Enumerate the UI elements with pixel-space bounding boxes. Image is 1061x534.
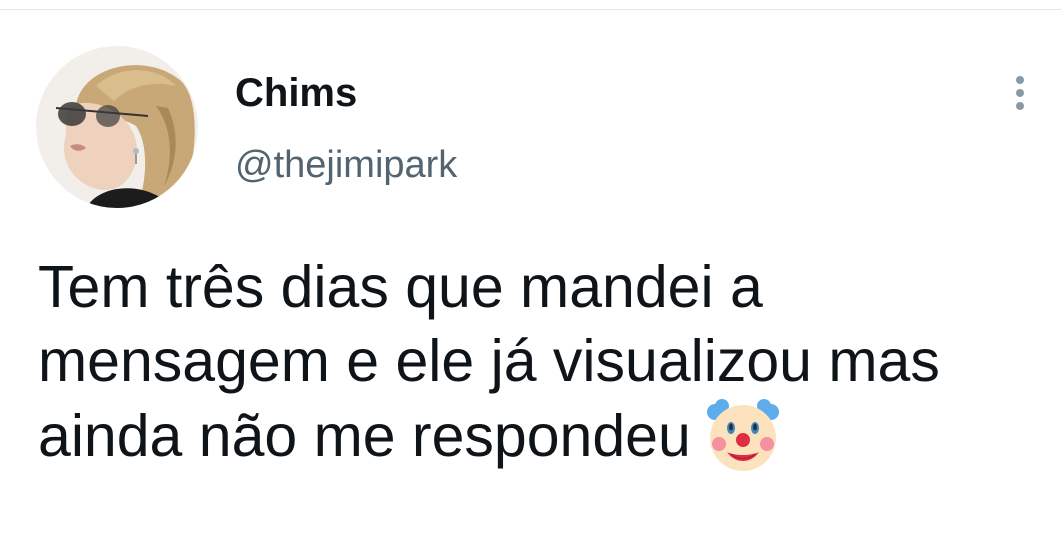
more-vertical-icon-dot bbox=[1016, 89, 1024, 97]
tweet-text-line: mensagem e ele já visualizou mas bbox=[38, 328, 940, 394]
more-vertical-icon-dot bbox=[1016, 102, 1024, 110]
clown-face-emoji bbox=[705, 398, 781, 474]
display-name[interactable]: Chims bbox=[235, 70, 357, 116]
more-vertical-icon bbox=[1016, 76, 1024, 84]
avatar-photo bbox=[36, 46, 198, 208]
tweet-text-line-last: ainda não me respondeu bbox=[38, 398, 1038, 474]
tweet-text-line: ainda não me respondeu bbox=[38, 403, 691, 469]
more-options-button[interactable] bbox=[1004, 70, 1036, 116]
top-divider bbox=[0, 9, 1061, 10]
tweet-text-line: Tem três dias que mandei a bbox=[38, 254, 763, 320]
avatar[interactable] bbox=[36, 46, 198, 208]
username-handle[interactable]: @thejimipark bbox=[235, 143, 457, 187]
tweet-text: Tem três dias que mandei a mensagem e el… bbox=[38, 250, 1038, 474]
